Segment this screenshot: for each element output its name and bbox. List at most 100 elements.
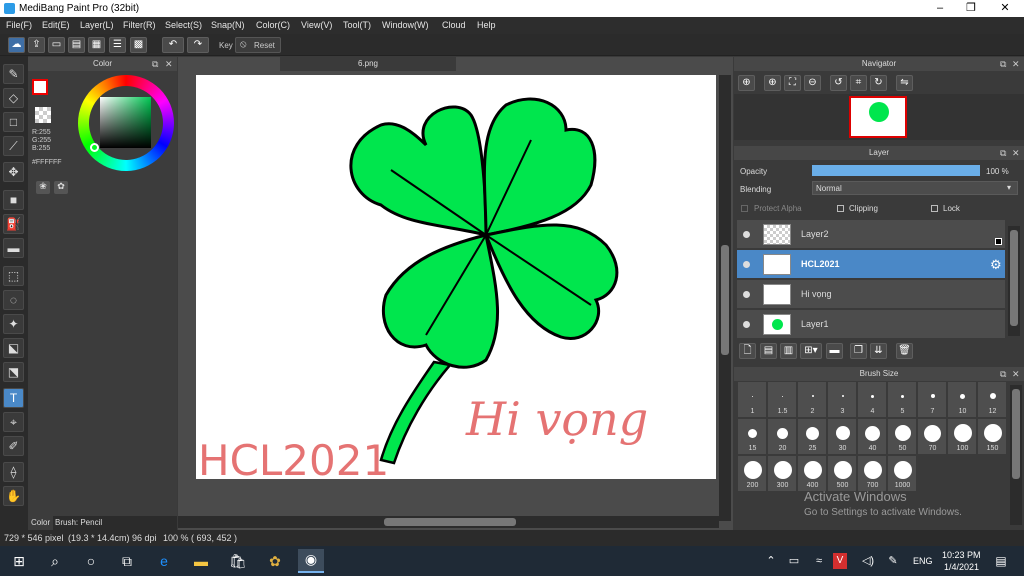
reset-view-icon[interactable]: ⌗: [850, 75, 867, 91]
saturation-value-square[interactable]: [100, 97, 151, 148]
medibang-app-icon[interactable]: ◉: [298, 549, 324, 573]
clipping-checkbox[interactable]: [837, 205, 844, 212]
list-icon[interactable]: ☰: [109, 37, 126, 53]
flip-icon[interactable]: ⇋: [896, 75, 913, 91]
tab-brush[interactable]: Brush: Pencil: [55, 518, 102, 527]
brush-size-cell[interactable]: 7: [918, 382, 947, 418]
protect-alpha-checkbox[interactable]: [741, 205, 748, 212]
layer-row[interactable]: Layer1: [737, 310, 1005, 339]
document-tab[interactable]: 6.png: [280, 57, 456, 71]
brush-size-cell[interactable]: 12: [978, 382, 1007, 418]
brush-size-cell[interactable]: 25: [798, 419, 827, 455]
menu-filter[interactable]: Filter(R): [123, 20, 156, 30]
navigator-thumbnail[interactable]: [849, 96, 907, 138]
brush-size-cell[interactable]: 400: [798, 456, 827, 492]
layer-row[interactable]: Layer2: [737, 220, 1005, 249]
wifi-icon[interactable]: ≈: [808, 551, 830, 571]
brush-size-cell[interactable]: 5: [888, 382, 917, 418]
menu-select[interactable]: Select(S): [165, 20, 202, 30]
brush-scroll-thumb[interactable]: [1012, 389, 1020, 479]
tab-color[interactable]: Color: [28, 516, 54, 530]
windows-start-icon[interactable]: ⊞: [8, 551, 30, 571]
panel-close-icon[interactable]: ✕: [165, 57, 173, 71]
rotate-left-icon[interactable]: ↺: [830, 75, 847, 91]
undock-icon[interactable]: ⧉: [1000, 146, 1006, 160]
bucket-tool-icon[interactable]: ⛽: [3, 214, 24, 234]
vertical-scroll-thumb[interactable]: [721, 245, 729, 355]
file-explorer-icon[interactable]: ▬: [190, 551, 212, 571]
text-tool-icon[interactable]: T: [3, 388, 24, 408]
menu-cloud[interactable]: Cloud: [442, 20, 466, 30]
maximize-button[interactable]: ❐: [956, 1, 986, 16]
redo-icon[interactable]: ↷: [187, 37, 209, 53]
select-pen-tool-icon[interactable]: ⬕: [3, 338, 24, 358]
panel-close-icon[interactable]: ✕: [1012, 367, 1020, 381]
fit-window-icon[interactable]: ⛶: [784, 75, 801, 91]
zoom-out-icon[interactable]: ⊖: [804, 75, 821, 91]
task-view-icon[interactable]: ⧉: [116, 551, 138, 571]
menu-edit[interactable]: Edit(E): [42, 20, 70, 30]
new-bw-layer-icon[interactable]: ▥: [780, 343, 797, 359]
vertical-scrollbar[interactable]: [719, 75, 731, 521]
brush-size-cell[interactable]: 30: [828, 419, 857, 455]
pipette-tool-icon[interactable]: ⟠: [3, 462, 24, 482]
hand-tool-icon[interactable]: ✋: [3, 486, 24, 506]
blending-select[interactable]: Normal ▾: [812, 181, 1018, 195]
grid-icon[interactable]: ▩: [130, 37, 147, 53]
chevron-up-icon[interactable]: ⌃: [760, 551, 782, 571]
layer-scroll-thumb[interactable]: [1010, 230, 1018, 326]
brush-size-cell[interactable]: 1: [738, 382, 767, 418]
foreground-color-swatch[interactable]: [32, 79, 48, 95]
menu-window[interactable]: Window(W): [382, 20, 429, 30]
brush-size-cell[interactable]: 150: [978, 419, 1007, 455]
close-button[interactable]: ✕: [990, 1, 1020, 16]
select-rect-tool-icon[interactable]: ⬚: [3, 266, 24, 286]
brush-size-cell[interactable]: 1000: [888, 456, 917, 492]
menu-color[interactable]: Color(C): [256, 20, 290, 30]
lasso-tool-icon[interactable]: ◌: [3, 290, 24, 310]
brush-size-cell[interactable]: 50: [888, 419, 917, 455]
merge-layer-icon[interactable]: ⇊: [870, 343, 887, 359]
store-icon[interactable]: 🛍: [227, 551, 249, 571]
lock-checkbox[interactable]: [931, 205, 938, 212]
opacity-slider[interactable]: [812, 165, 980, 176]
brush-size-cell[interactable]: 1.5: [768, 382, 797, 418]
layer-row[interactable]: HCL2021 ⚙: [737, 250, 1005, 279]
layer-scrollbar[interactable]: [1008, 226, 1020, 336]
divide-tool-icon[interactable]: ⌖: [3, 412, 24, 432]
folder-icon[interactable]: ▬: [826, 343, 843, 359]
notification-icon[interactable]: ▤: [990, 551, 1012, 571]
v-app-icon[interactable]: V: [833, 553, 847, 569]
zoom-fit-icon[interactable]: ⊕: [738, 75, 755, 91]
eye-icon[interactable]: [743, 321, 750, 328]
eye-icon[interactable]: [743, 291, 750, 298]
brush-size-cell[interactable]: 4: [858, 382, 887, 418]
layer-row[interactable]: Hi vọng: [737, 280, 1005, 309]
language-indicator[interactable]: ENG: [913, 556, 933, 566]
brush-size-cell[interactable]: 700: [858, 456, 887, 492]
eyedropper-tool-icon[interactable]: ✐: [3, 436, 24, 456]
minimize-button[interactable]: –: [925, 1, 955, 16]
new-layer-icon[interactable]: 🗋: [739, 343, 756, 359]
brush-tool-icon[interactable]: ✎: [3, 64, 24, 84]
palette-add-icon[interactable]: ✿: [54, 181, 68, 194]
document-icon[interactable]: ▦: [88, 37, 105, 53]
share-icon[interactable]: ⇪: [28, 37, 45, 53]
battery-icon[interactable]: ▭: [783, 551, 805, 571]
brush-size-cell[interactable]: 15: [738, 419, 767, 455]
clock-date[interactable]: 1/4/2021: [944, 562, 979, 572]
trash-icon[interactable]: 🗑: [896, 343, 913, 359]
paint-app-icon[interactable]: ✿: [264, 551, 286, 571]
menu-help[interactable]: Help: [477, 20, 496, 30]
search-icon[interactable]: ⌕: [44, 551, 66, 571]
edge-icon[interactable]: e: [153, 551, 175, 571]
rotate-right-icon[interactable]: ↻: [870, 75, 887, 91]
brush-size-cell[interactable]: 40: [858, 419, 887, 455]
clock-time[interactable]: 10:23 PM: [942, 550, 981, 560]
brush-size-cell[interactable]: 500: [828, 456, 857, 492]
menu-tool[interactable]: Tool(T): [343, 20, 371, 30]
brush-size-cell[interactable]: 2: [798, 382, 827, 418]
duplicate-layer-icon[interactable]: ❐: [850, 343, 867, 359]
zoom-in-icon[interactable]: ⊕: [764, 75, 781, 91]
undo-icon[interactable]: ↶: [162, 37, 184, 53]
